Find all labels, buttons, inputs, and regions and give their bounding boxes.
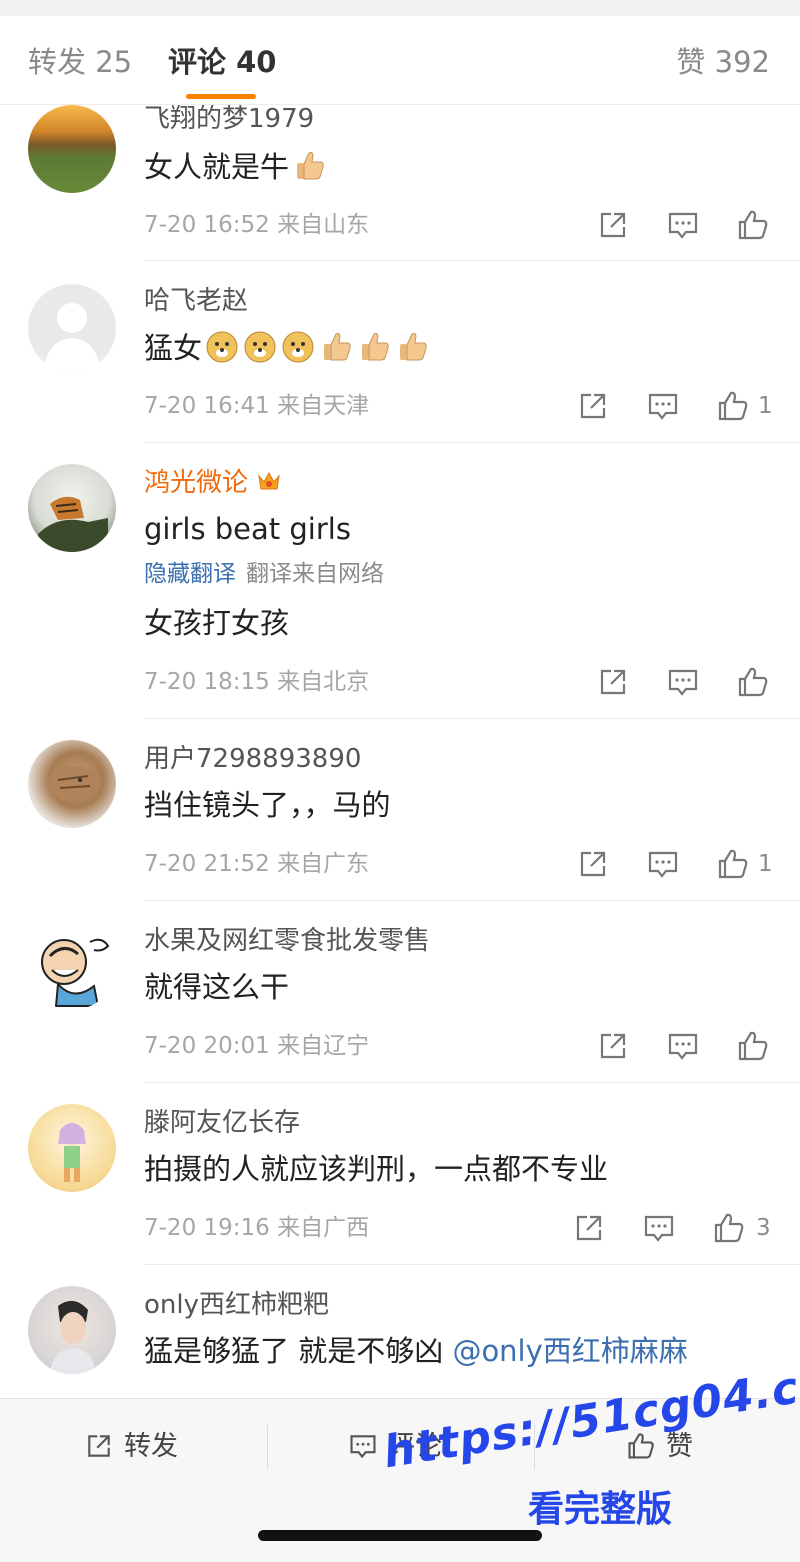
like-icon[interactable] xyxy=(716,389,750,423)
avatar[interactable] xyxy=(28,740,116,828)
comment-meta: 7-20 16:41 来自天津 xyxy=(144,393,370,419)
thumbs-up-emoji-icon xyxy=(324,332,351,361)
like-count: 3 xyxy=(756,1215,771,1241)
list-item: 鸿光微论 girls beat girls 隐藏翻译 翻译来自网络 女孩打女孩 7… xyxy=(28,443,800,719)
repost-icon xyxy=(88,1435,110,1457)
like-icon[interactable] xyxy=(716,847,750,881)
like-icon[interactable] xyxy=(736,1029,770,1063)
tab-like[interactable]: 赞 392 xyxy=(676,44,770,80)
mention-link[interactable]: @only西红柿麻麻 xyxy=(452,1334,687,1368)
tab-repost[interactable]: 转发 25 xyxy=(28,44,132,80)
home-indicator[interactable] xyxy=(258,1530,542,1541)
avatar[interactable] xyxy=(28,1104,116,1192)
comment-text: girls beat girls xyxy=(144,512,351,546)
comment-text: 女人就是牛 xyxy=(144,147,327,185)
comment-meta: 7-20 19:16 来自广西 xyxy=(144,1215,370,1241)
crown-badge-icon xyxy=(258,471,280,490)
divider xyxy=(267,1425,268,1469)
list-item: 哈飞老赵 猛女 7-20 16:41 来自天津 1 xyxy=(28,261,800,443)
list-item: 水果及网红零食批发零售 就得这么干 7-20 20:01 来自辽宁 xyxy=(28,901,800,1083)
thumbs-up-emoji-icon xyxy=(297,151,324,180)
doge-emoji-icon xyxy=(206,331,238,363)
translated-text: 女孩打女孩 xyxy=(144,606,290,640)
doge-emoji-icon xyxy=(244,331,276,363)
repost-icon[interactable] xyxy=(572,1211,606,1245)
comment-icon[interactable] xyxy=(642,1211,676,1245)
bottom-repost-button[interactable]: 转发 xyxy=(84,1429,178,1465)
comment-text: 就得这么干 xyxy=(144,970,290,1004)
repost-icon[interactable] xyxy=(576,847,610,881)
comment-meta: 7-20 16:52 来自山东 xyxy=(144,212,370,238)
watermark-overlay: https://51cg04.cc 看完整版 xyxy=(380,1358,800,1550)
repost-icon[interactable] xyxy=(596,208,630,242)
username[interactable]: 哈飞老赵 xyxy=(144,285,248,317)
like-icon[interactable] xyxy=(736,665,770,699)
watermark-caption: 看完整版 xyxy=(528,1489,673,1530)
comment-text: 拍摄的人就应该判刑，一点都不专业 xyxy=(144,1152,609,1186)
tab-comment[interactable]: 评论 40 xyxy=(168,44,276,80)
list-item: 用户7298893890 挡住镜头了，，马的 7-20 21:52 来自广东 1 xyxy=(28,719,800,901)
list-item: 飞翔的梦1979 女人就是牛 7-20 16:52 来自山东 xyxy=(28,105,800,261)
active-tab-indicator xyxy=(186,94,256,99)
list-item: 滕阿友亿长存 拍摄的人就应该判刑，一点都不专业 7-20 19:16 来自广西 … xyxy=(28,1083,800,1265)
avatar[interactable] xyxy=(28,105,116,193)
comment-list[interactable]: 飞翔的梦1979 女人就是牛 7-20 16:52 来自山东 哈飞老赵 猛女 7… xyxy=(0,105,800,1398)
comment-icon[interactable] xyxy=(646,389,680,423)
comment-icon[interactable] xyxy=(666,1029,700,1063)
repost-icon[interactable] xyxy=(576,389,610,423)
username[interactable]: 鸿光微论 xyxy=(144,467,282,499)
comment-icon[interactable] xyxy=(646,847,680,881)
status-strip xyxy=(0,0,800,16)
doge-emoji-icon xyxy=(282,331,314,363)
username[interactable]: 用户7298893890 xyxy=(144,743,361,775)
comment-text: 挡住镜头了，，马的 xyxy=(144,788,391,822)
username[interactable]: 飞翔的梦1979 xyxy=(144,105,314,135)
comment-text: 猛是够猛了 就是不够凶 @only西红柿麻麻 xyxy=(144,1334,688,1368)
comment-meta: 7-20 18:15 来自北京 xyxy=(144,669,370,695)
like-icon[interactable] xyxy=(712,1211,746,1245)
avatar[interactable] xyxy=(28,922,116,1010)
translation-source: 翻译来自网络 xyxy=(246,561,384,587)
like-icon[interactable] xyxy=(736,208,770,242)
avatar[interactable] xyxy=(28,1286,116,1374)
username[interactable]: only西红柿粑粑 xyxy=(144,1289,329,1321)
comment-meta: 7-20 20:01 来自辽宁 xyxy=(144,1033,370,1059)
like-count: 1 xyxy=(758,851,773,877)
comment-icon[interactable] xyxy=(666,208,700,242)
comment-icon[interactable] xyxy=(666,665,700,699)
username[interactable]: 水果及网红零食批发零售 xyxy=(144,925,430,957)
hide-translation-link[interactable]: 隐藏翻译 xyxy=(144,561,236,587)
thumbs-up-emoji-icon xyxy=(400,332,427,361)
like-count: 1 xyxy=(758,393,773,419)
repost-icon[interactable] xyxy=(596,665,630,699)
username[interactable]: 滕阿友亿长存 xyxy=(144,1107,300,1139)
thumbs-up-emoji-icon xyxy=(362,332,389,361)
avatar[interactable] xyxy=(28,284,116,372)
avatar[interactable] xyxy=(28,464,116,552)
tab-bar: 转发 25 评论 40 赞 392 xyxy=(0,16,800,105)
comment-icon xyxy=(350,1435,376,1459)
comment-meta: 7-20 21:52 来自广东 xyxy=(144,851,370,877)
comment-text: 猛女 xyxy=(144,328,430,366)
repost-icon[interactable] xyxy=(596,1029,630,1063)
translation-bar: 隐藏翻译 翻译来自网络 xyxy=(144,559,384,589)
